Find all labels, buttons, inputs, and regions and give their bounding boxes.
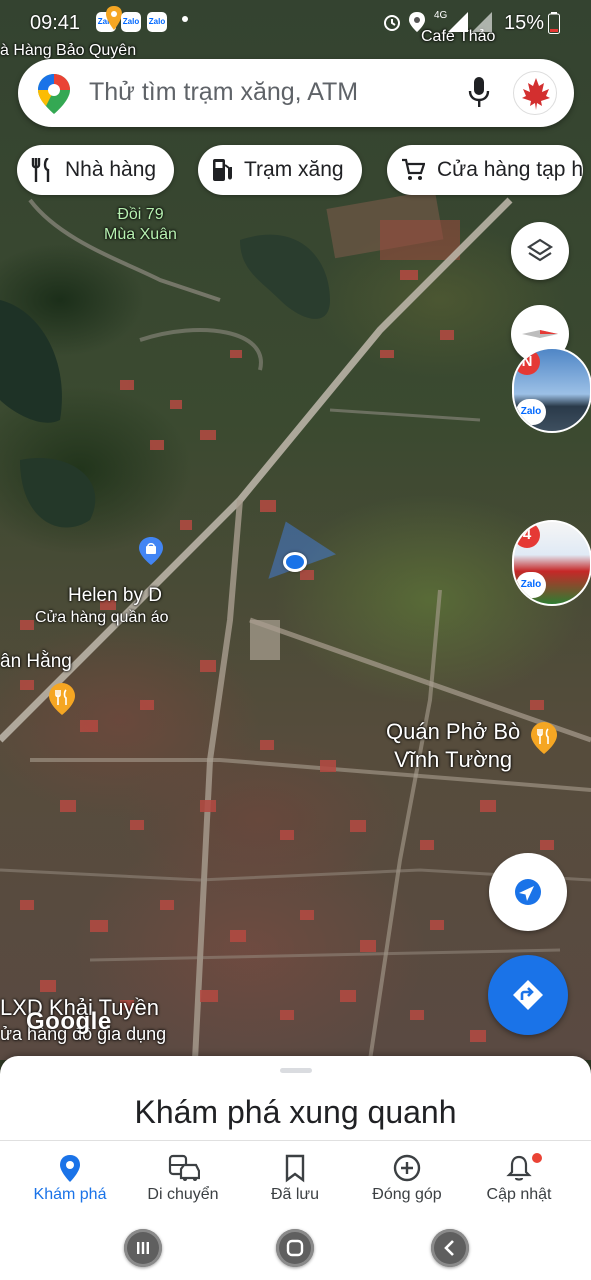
back-icon — [444, 1240, 454, 1256]
chat-bubble-1-zalo: Zalo — [516, 399, 546, 425]
chip-restaurants[interactable]: Nhà hàng — [17, 145, 175, 195]
nav-updates[interactable]: Cập nhật — [464, 1141, 574, 1216]
sheet-title: Khám phá xung quanh — [134, 1094, 457, 1130]
home-button[interactable] — [276, 1229, 314, 1267]
location-pin-icon — [60, 1155, 80, 1182]
recent-apps-button[interactable] — [124, 1229, 162, 1267]
map-label-hill[interactable]: Đồi 79 Mùa Xuân — [104, 205, 177, 245]
chat-bubble-1[interactable]: N Zalo — [512, 347, 591, 433]
chip-restaurants-label: Nhà hàng — [65, 158, 157, 181]
battery-icon — [548, 12, 560, 34]
my-location-button[interactable] — [489, 853, 567, 931]
map-label-pho[interactable]: Quán Phở Bò Vĩnh Tường — [386, 718, 520, 774]
more-notifications-dot — [182, 16, 188, 22]
home-icon — [286, 1239, 304, 1257]
my-location-dot — [283, 552, 307, 572]
hill-name-line1: Đồi 79 — [117, 206, 164, 223]
account-avatar[interactable] — [513, 71, 557, 115]
search-bar[interactable]: Thử tìm trạm xăng, ATM — [18, 59, 574, 127]
map-label-helen[interactable]: Helen by D — [68, 585, 162, 607]
google-maps-logo-icon — [38, 74, 70, 114]
navigation-arrow-icon — [515, 879, 541, 905]
nav-explore[interactable]: Khám phá — [15, 1141, 125, 1216]
map-label-helen-category: Cửa hàng quần áo — [35, 609, 169, 626]
chat-bubble-2[interactable]: 4 Zalo — [512, 520, 591, 606]
nav-contribute[interactable]: Đóng góp — [352, 1141, 462, 1216]
bell-icon — [506, 1155, 532, 1181]
microphone-icon[interactable] — [468, 77, 490, 109]
chat-bubble-1-compass-n: N — [514, 349, 540, 375]
directions-icon — [513, 980, 543, 1010]
add-circle-icon — [393, 1154, 421, 1182]
nav-commute-label: Di chuyển — [147, 1186, 219, 1203]
pho-name-line2: Vĩnh Tường — [394, 747, 513, 772]
nav-commute[interactable]: Di chuyển — [128, 1141, 238, 1216]
network-type: 4G — [434, 10, 448, 21]
pho-name-line1: Quán Phở Bò — [386, 719, 521, 744]
nav-saved-label: Đã lưu — [270, 1186, 320, 1203]
restaurant-icon — [31, 158, 53, 182]
map-label-bao-quyen[interactable]: à Hàng Bảo Quyên — [0, 42, 136, 60]
back-button[interactable] — [431, 1229, 469, 1267]
chip-grocery[interactable]: Cửa hàng tạp h — [387, 145, 583, 195]
compass-needle-icon — [522, 330, 558, 338]
chip-gas-stations-label: Trạm xăng — [244, 158, 344, 181]
sheet-drag-handle[interactable] — [280, 1068, 312, 1073]
status-bar: 09:41 Zalo Zalo Zalo 4G 15% — [0, 0, 591, 44]
chat-bubble-2-badge: 4 — [514, 522, 540, 548]
nav-saved[interactable]: Đã lưu — [240, 1141, 350, 1216]
pho-restaurant-pin-icon[interactable] — [531, 722, 557, 754]
gas-station-icon — [212, 158, 232, 182]
nav-updates-label: Cập nhật — [486, 1186, 552, 1203]
nav-explore-label: Khám phá — [33, 1186, 107, 1203]
shopping-cart-icon — [401, 158, 425, 182]
recent-apps-icon — [137, 1242, 149, 1254]
nav-contribute-label: Đóng góp — [372, 1186, 442, 1203]
zalo-notification-icon-2: Zalo — [121, 12, 141, 32]
shopping-bag-pin-icon[interactable] — [139, 537, 163, 565]
chip-gas-stations[interactable]: Trạm xăng — [198, 145, 362, 195]
location-status-icon — [409, 12, 425, 32]
status-time: 09:41 — [30, 12, 81, 34]
chat-bubble-2-zalo: Zalo — [516, 572, 546, 598]
explore-sheet[interactable]: Khám phá xung quanh — [0, 1056, 591, 1146]
map-label-an-hang[interactable]: ân Hằng — [0, 651, 72, 673]
google-watermark: Google — [26, 1008, 112, 1035]
layers-button[interactable] — [511, 222, 569, 280]
restaurant-pin-icon[interactable] — [49, 683, 75, 715]
updates-notification-dot — [532, 1153, 542, 1163]
zalo-notification-icon-3: Zalo — [147, 12, 167, 32]
commute-icon — [168, 1154, 200, 1181]
maple-leaf-icon — [522, 78, 550, 110]
search-input[interactable]: Thử tìm trạm xăng, ATM — [89, 78, 358, 107]
bottom-navigation: Khám phá Di chuyển Đã lưu Đóng góp Cập n… — [0, 1140, 591, 1215]
chip-grocery-label: Cửa hàng tạp h — [437, 158, 583, 181]
battery-percentage: 15% — [504, 12, 545, 34]
bookmark-icon — [285, 1154, 305, 1183]
map-pin-notification-icon — [106, 6, 122, 30]
hill-name-line2: Mùa Xuân — [104, 226, 177, 243]
directions-button[interactable] — [488, 955, 568, 1035]
system-navigation-bar — [0, 1215, 591, 1280]
signal-icon — [448, 12, 492, 32]
alarm-icon — [384, 15, 400, 31]
layers-icon — [526, 238, 554, 262]
